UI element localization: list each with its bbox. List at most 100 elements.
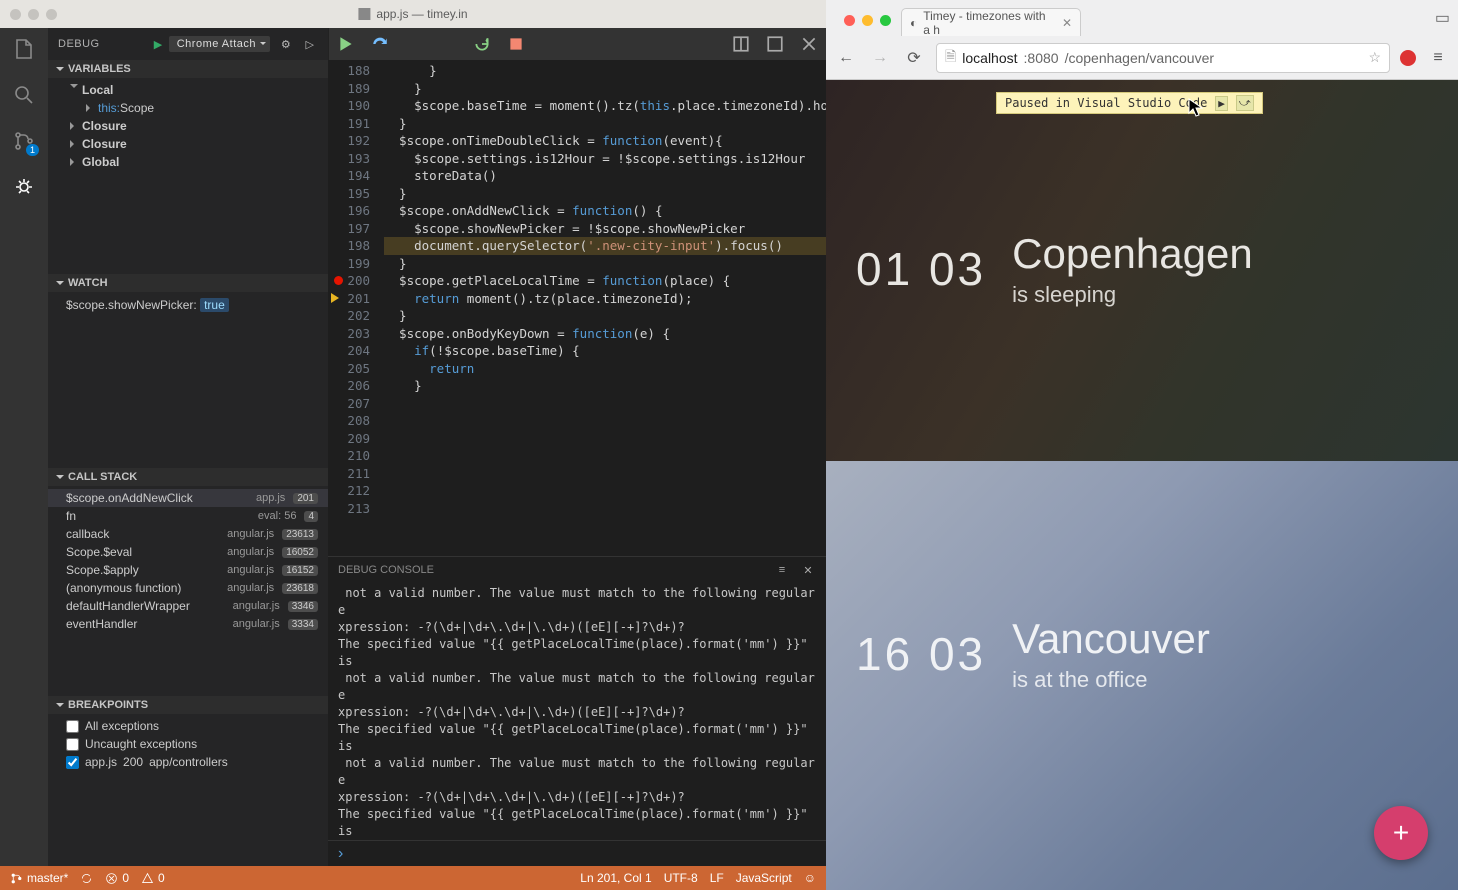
git-branch[interactable]: master* bbox=[10, 871, 68, 885]
callstack-header[interactable]: CALL STACK bbox=[48, 468, 328, 486]
tab-close-icon[interactable]: ✕ bbox=[1062, 16, 1072, 30]
close-editor-icon[interactable] bbox=[800, 35, 818, 53]
address-bar[interactable]: 🗎 localhost:8080/copenhagen/vancouver ☆ bbox=[936, 43, 1390, 73]
gear-icon[interactable]: ⚙ bbox=[278, 36, 294, 52]
editor-pane: 1881891901911921931941951961971981992002… bbox=[328, 28, 826, 866]
city-time: 01 03 bbox=[856, 242, 986, 296]
url-path: /copenhagen/vancouver bbox=[1065, 50, 1214, 66]
scope-row[interactable]: Global bbox=[48, 153, 328, 171]
console-close-icon[interactable]: ✕ bbox=[800, 562, 816, 578]
cursor-icon bbox=[1188, 98, 1204, 118]
continue-icon[interactable] bbox=[337, 35, 355, 53]
chrome-menu-icon[interactable]: ≡ bbox=[1426, 46, 1450, 70]
tab-title: Timey - timezones with a h bbox=[923, 9, 1052, 37]
tab-favicon-icon: ◐ bbox=[910, 16, 917, 30]
stack-frame[interactable]: defaultHandlerWrapperangular.js3346 bbox=[48, 597, 328, 615]
breakpoints-header[interactable]: BREAKPOINTS bbox=[48, 696, 328, 714]
console-toggle-icon[interactable]: ▷ bbox=[302, 36, 318, 52]
search-icon[interactable] bbox=[11, 82, 37, 108]
add-city-button[interactable]: + bbox=[1374, 806, 1428, 860]
warnings[interactable]: 0 bbox=[141, 871, 165, 885]
more-icon[interactable] bbox=[766, 35, 784, 53]
city-name: Vancouver bbox=[1012, 615, 1210, 663]
vscode-window: app.js — timey.in 1 DEBUG ▶ Chrome Attac… bbox=[0, 0, 826, 890]
breakpoint-row[interactable]: All exceptions bbox=[48, 717, 328, 735]
console-output[interactable]: not a valid number. The value must match… bbox=[328, 583, 826, 840]
stop-icon[interactable] bbox=[507, 35, 525, 53]
page-icon: 🗎 bbox=[945, 46, 956, 70]
stack-frame[interactable]: Scope.$evalangular.js16052 bbox=[48, 543, 328, 561]
stack-frame[interactable]: callbackangular.js23613 bbox=[48, 525, 328, 543]
traffic-zoom-icon[interactable] bbox=[46, 9, 57, 20]
stack-frame[interactable]: Scope.$applyangular.js16152 bbox=[48, 561, 328, 579]
paused-overlay: Paused in Visual Studio Code ▶ ⤻ bbox=[996, 92, 1263, 114]
extension-icon[interactable] bbox=[1400, 50, 1416, 66]
reload-icon[interactable]: ⟳ bbox=[902, 46, 926, 70]
scope-row[interactable]: Local bbox=[48, 81, 328, 99]
city-status: is sleeping bbox=[1012, 282, 1253, 308]
stack-frame[interactable]: (anonymous function)angular.js23618 bbox=[48, 579, 328, 597]
chrome-window: ◐ Timey - timezones with a h ✕ ▭ ← → ⟳ 🗎… bbox=[826, 0, 1458, 890]
back-icon[interactable]: ← bbox=[834, 46, 858, 70]
watch-header[interactable]: WATCH bbox=[48, 274, 328, 292]
bookmark-icon[interactable]: ☆ bbox=[1368, 49, 1381, 66]
browser-tab[interactable]: ◐ Timey - timezones with a h ✕ bbox=[901, 8, 1081, 36]
city-row-vancouver[interactable]: 16 03 Vancouver is at the office bbox=[856, 615, 1210, 693]
explorer-icon[interactable] bbox=[11, 36, 37, 62]
debug-icon[interactable] bbox=[11, 174, 37, 200]
console-input[interactable]: › bbox=[328, 840, 826, 866]
console-filter-icon[interactable]: ≡ bbox=[774, 562, 790, 578]
variable-row[interactable]: this: Scope bbox=[48, 99, 328, 117]
errors[interactable]: 0 bbox=[105, 871, 129, 885]
city-time: 16 03 bbox=[856, 627, 986, 681]
url-port: :8080 bbox=[1024, 50, 1059, 66]
resume-icon[interactable]: ▶ bbox=[1215, 96, 1228, 111]
traffic-zoom-icon[interactable] bbox=[880, 15, 891, 26]
traffic-close-icon[interactable] bbox=[844, 15, 855, 26]
cursor-position[interactable]: Ln 201, Col 1 bbox=[580, 871, 651, 885]
debug-label: DEBUG bbox=[58, 38, 100, 50]
city-row-copenhagen[interactable]: 01 03 Copenhagen is sleeping bbox=[856, 230, 1253, 308]
debug-header: DEBUG ▶ Chrome Attach ⚙ ▷ bbox=[48, 28, 328, 60]
stack-frame[interactable]: eventHandlerangular.js3334 bbox=[48, 615, 328, 633]
breakpoint-row[interactable]: Uncaught exceptions bbox=[48, 735, 328, 753]
scope-row[interactable]: Closure bbox=[48, 117, 328, 135]
profile-icon[interactable]: ▭ bbox=[1435, 8, 1450, 28]
stack-frame[interactable]: fneval: 564 bbox=[48, 507, 328, 525]
split-editor-icon[interactable] bbox=[732, 35, 750, 53]
debug-console-label: DEBUG CONSOLE bbox=[338, 564, 434, 576]
breakpoint-row[interactable]: app.js 200 app/controllers bbox=[48, 753, 328, 771]
status-bar: master* 0 0 Ln 201, Col 1 UTF-8 LF JavaS… bbox=[0, 866, 826, 890]
page-content: Paused in Visual Studio Code ▶ ⤻ 01 03 C… bbox=[826, 80, 1458, 890]
feedback-icon[interactable]: ☺ bbox=[804, 871, 816, 885]
debug-toolbar bbox=[328, 28, 826, 60]
git-badge: 1 bbox=[26, 144, 39, 156]
watch-row[interactable]: $scope.showNewPicker: true bbox=[48, 295, 328, 315]
stack-frame[interactable]: $scope.onAddNewClickapp.js201 bbox=[48, 489, 328, 507]
restart-icon[interactable] bbox=[473, 35, 491, 53]
traffic-minimize-icon[interactable] bbox=[862, 15, 873, 26]
step-out-icon[interactable] bbox=[439, 35, 457, 53]
forward-icon[interactable]: → bbox=[868, 46, 892, 70]
scope-row[interactable]: Closure bbox=[48, 135, 328, 153]
start-debug-icon[interactable]: ▶ bbox=[154, 38, 163, 51]
activity-bar: 1 bbox=[0, 28, 48, 866]
traffic-minimize-icon[interactable] bbox=[28, 9, 39, 20]
language-mode[interactable]: JavaScript bbox=[736, 871, 792, 885]
code-editor[interactable]: 1881891901911921931941951961971981992002… bbox=[328, 60, 826, 556]
step-into-icon[interactable] bbox=[405, 35, 423, 53]
traffic-close-icon[interactable] bbox=[10, 9, 21, 20]
step-icon[interactable]: ⤻ bbox=[1236, 95, 1254, 111]
city-status: is at the office bbox=[1012, 667, 1210, 693]
encoding[interactable]: UTF-8 bbox=[664, 871, 698, 885]
step-over-icon[interactable] bbox=[371, 35, 389, 53]
git-icon[interactable]: 1 bbox=[11, 128, 37, 154]
paused-text: Paused in Visual Studio Code bbox=[1005, 96, 1207, 110]
debug-config-dropdown[interactable]: Chrome Attach bbox=[169, 36, 270, 52]
sync-icon[interactable] bbox=[80, 872, 93, 885]
variables-header[interactable]: VARIABLES bbox=[48, 60, 328, 78]
file-icon bbox=[358, 8, 370, 20]
eol[interactable]: LF bbox=[710, 871, 724, 885]
city-name: Copenhagen bbox=[1012, 230, 1253, 278]
debug-sidebar: DEBUG ▶ Chrome Attach ⚙ ▷ VARIABLES Loca… bbox=[48, 28, 328, 866]
